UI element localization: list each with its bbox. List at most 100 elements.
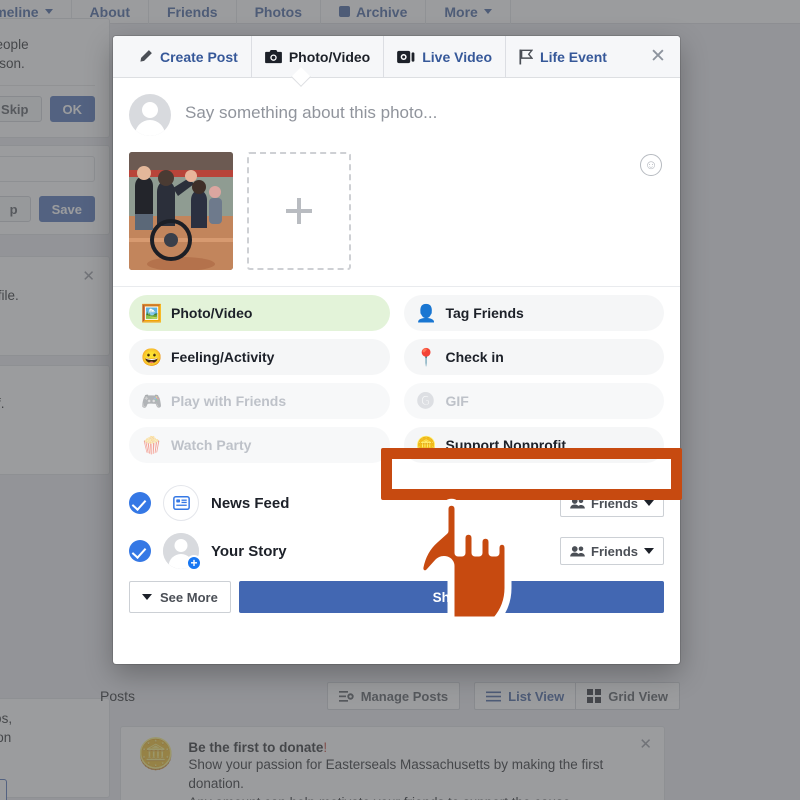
- nav-tab-label: More: [444, 3, 478, 20]
- option-photo-video[interactable]: 🖼️ Photo/Video: [129, 295, 390, 331]
- option-label: Play with Friends: [171, 393, 287, 409]
- pointing-hand-cursor: [415, 492, 535, 624]
- ok-button[interactable]: OK: [49, 96, 95, 122]
- gif-icon: 🅖: [417, 391, 434, 411]
- live-video-icon: [397, 50, 415, 63]
- photos-hint-line-1: dding photos,: [0, 711, 13, 726]
- tab-create-post[interactable]: Create Post: [125, 36, 251, 78]
- audience-selector-your-story[interactable]: Friends: [560, 537, 664, 565]
- list-icon: [486, 691, 502, 701]
- share-target-label: News Feed: [211, 494, 290, 512]
- option-label: Check in: [445, 349, 504, 365]
- option-label: Watch Party: [171, 437, 252, 453]
- nav-tab-more[interactable]: More: [426, 0, 511, 24]
- edit-field-card: p Save: [0, 145, 110, 235]
- chevron-down-icon: [483, 9, 492, 14]
- manage-posts-icon: [338, 690, 354, 702]
- add-to-story-icon: +: [186, 555, 202, 571]
- plus-icon: [286, 198, 312, 224]
- profile-top-nav: Timeline About Friends Photos Archive Mo…: [0, 0, 800, 24]
- tab-life-event[interactable]: Life Event: [505, 35, 620, 78]
- donation-banner-line-2: Any amount can help motivate your friend…: [188, 793, 648, 800]
- story-avatar-icon: +: [163, 533, 202, 571]
- tab-live-video[interactable]: Live Video: [383, 35, 505, 78]
- posts-toolbar: Posts Manage Posts List View Grid View: [100, 676, 680, 716]
- attachment-thumbnails: [113, 136, 680, 282]
- nav-tab-photos[interactable]: Photos: [237, 0, 322, 24]
- play-with-friends-icon: 🎮: [141, 391, 163, 411]
- option-feeling-activity[interactable]: 😀 Feeling/Activity: [129, 339, 390, 375]
- profile-hint-card: ✕ sit your profile.: [0, 256, 110, 356]
- share-row-your-story: + Your Story Friends: [129, 527, 664, 575]
- option-check-in[interactable]: 📍 Check in: [403, 339, 664, 375]
- manage-posts-button[interactable]: Manage Posts: [326, 682, 461, 710]
- see-more-button[interactable]: See More: [129, 581, 231, 613]
- wheelchair-basketball-photo: [129, 152, 233, 270]
- coins-heart-icon: 🪙: [137, 738, 175, 771]
- share-target-label: Your Story: [211, 542, 287, 560]
- list-view-button[interactable]: List View: [474, 682, 577, 710]
- option-label: Tag Friends: [445, 305, 524, 321]
- chevron-down-icon: [44, 9, 53, 14]
- onboarding-tooltip-card: his helps people he right person. Skip O…: [0, 18, 110, 138]
- donation-banner: ✕ 🪙 Be the first to donate! Show your pa…: [120, 726, 665, 800]
- donation-banner-line-1: Show your passion for Easterseals Massac…: [188, 757, 604, 791]
- option-label: Feeling/Activity: [171, 349, 275, 365]
- view-mode-segmented-control: List View Grid View: [474, 682, 680, 710]
- bio-hint-card: out yourself.: [0, 365, 110, 475]
- list-view-label: List View: [508, 688, 565, 704]
- avatar: [129, 94, 171, 136]
- tooltip-line-1: his helps people: [0, 37, 29, 52]
- close-icon[interactable]: ✕: [82, 268, 95, 285]
- grid-view-button[interactable]: Grid View: [576, 682, 680, 710]
- donation-title-text: Be the first to donate: [188, 740, 324, 755]
- photo-video-icon: 🖼️: [141, 303, 163, 323]
- cancel-button[interactable]: p: [0, 196, 31, 222]
- tab-label: Create Post: [160, 48, 238, 65]
- post-options: 🖼️ Photo/Video 👤 Tag Friends 😀 Feeling/A…: [113, 286, 680, 467]
- create-post-modal: Create Post Photo/Video Live Video Life …: [113, 35, 680, 664]
- manage-posts-label: Manage Posts: [360, 688, 449, 704]
- photo-thumbnail[interactable]: [129, 152, 233, 270]
- profile-hint-text: sit your profile.: [0, 288, 19, 303]
- bio-hint-text: out yourself.: [0, 396, 5, 411]
- tab-photo-video[interactable]: Photo/Video: [250, 35, 383, 78]
- nav-tab-label: Friends: [166, 3, 218, 20]
- other-links-button[interactable]: er Links: [0, 779, 7, 800]
- friends-icon: [570, 545, 585, 557]
- option-gif: 🅖 GIF: [403, 383, 664, 419]
- close-icon[interactable]: ✕: [648, 47, 668, 67]
- save-button[interactable]: Save: [38, 196, 95, 222]
- nav-tab-label: Archive: [356, 3, 408, 20]
- checkbox-your-story[interactable]: [129, 540, 151, 562]
- smiley-icon[interactable]: ☺: [640, 154, 662, 176]
- edit-input[interactable]: [0, 156, 95, 182]
- nav-tab-label: Photos: [254, 3, 303, 20]
- chevron-down-icon: [142, 594, 152, 600]
- option-label: Photo/Video: [171, 305, 253, 321]
- add-photo-button[interactable]: [247, 152, 351, 270]
- close-icon[interactable]: ✕: [639, 735, 652, 753]
- news-feed-icon: [163, 485, 199, 521]
- camera-icon: [264, 49, 282, 63]
- option-label: GIF: [445, 393, 469, 409]
- photos-hint-line-2: ed section on: [0, 730, 12, 745]
- option-watch-party: 🍿 Watch Party: [129, 427, 390, 463]
- nav-tab-friends[interactable]: Friends: [149, 0, 237, 24]
- chevron-down-icon: [644, 500, 654, 506]
- tab-label: Life Event: [540, 48, 607, 65]
- option-play-with-friends: 🎮 Play with Friends: [129, 383, 390, 419]
- tab-label: Photo/Video: [288, 48, 371, 65]
- feeling-activity-icon: 😀: [141, 347, 163, 367]
- chevron-down-icon: [644, 548, 654, 554]
- donation-title-suffix: !: [323, 740, 328, 755]
- nav-tab-archive[interactable]: Archive: [321, 0, 427, 24]
- post-composer: Say something about this photo...: [113, 78, 680, 136]
- option-tag-friends[interactable]: 👤 Tag Friends: [403, 295, 664, 331]
- posts-section-title: Posts: [100, 688, 136, 704]
- composer-placeholder[interactable]: Say something about this photo...: [185, 94, 437, 136]
- modal-footer: See More Share: [113, 575, 680, 629]
- skip-button[interactable]: Skip: [0, 96, 42, 122]
- tag-friends-icon: 👤: [415, 303, 437, 323]
- checkbox-news-feed[interactable]: [129, 492, 151, 514]
